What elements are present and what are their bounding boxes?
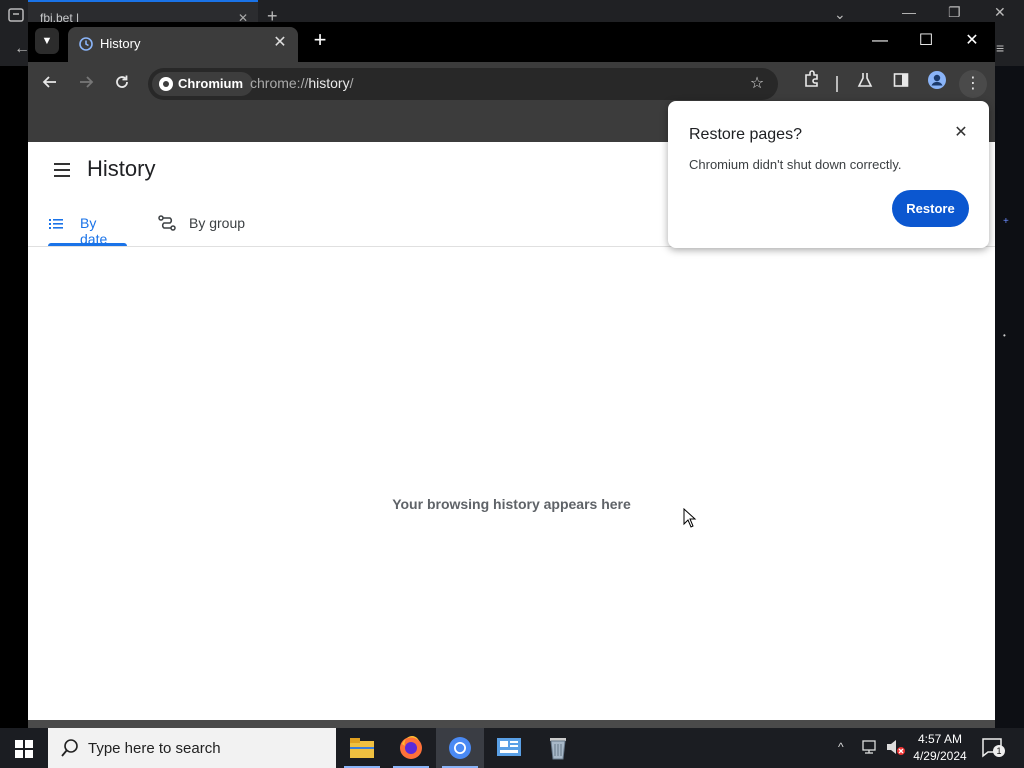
list-icon	[48, 215, 64, 234]
url-text[interactable]: chrome://history/	[250, 75, 353, 91]
restore-button[interactable]: Restore	[892, 190, 969, 227]
reload-icon	[116, 75, 128, 88]
search-icon	[60, 738, 80, 763]
close-icon[interactable]: ✕	[951, 123, 971, 143]
chromium-logo-icon	[158, 76, 174, 100]
chevron-down-icon[interactable]: ⌄	[834, 6, 846, 23]
chevron-up-icon[interactable]: ^	[838, 740, 844, 754]
notification-count-badge: 1	[993, 745, 1005, 757]
taskbar: Type here to search ^ 4:57 AM 4/29/2024 …	[0, 728, 1024, 768]
restore-icon[interactable]: ❐	[948, 4, 961, 21]
title-bar: ▼ History ✕ + — ☐ ✕	[28, 22, 995, 62]
journeys-icon	[158, 215, 176, 234]
hamburger-menu-icon[interactable]	[50, 159, 74, 183]
side-panel-icon[interactable]	[887, 70, 915, 98]
url-scheme: chrome://	[250, 75, 309, 91]
restore-pages-dialog: Restore pages? ✕ Chromium didn't shut do…	[668, 101, 989, 248]
url-suffix: /	[349, 75, 354, 91]
bookmark-star-icon[interactable]: ☆	[746, 73, 768, 95]
chip-label: Chromium	[178, 76, 243, 91]
forward-arrow-icon	[80, 76, 94, 88]
empty-history-message: Your browsing history appears here	[392, 496, 631, 512]
tab-by-group-label: By group	[189, 215, 246, 231]
page-title: History	[87, 156, 156, 181]
desktop-strip	[28, 720, 995, 728]
search-placeholder: Type here to search	[88, 740, 221, 757]
close-window-button[interactable]: ✕	[952, 28, 992, 54]
dot-icon: •	[1003, 331, 1006, 340]
desktop-background: + •	[995, 66, 1024, 728]
toolbar-divider	[836, 76, 838, 92]
start-button[interactable]	[0, 728, 48, 768]
windows-logo-icon	[15, 740, 33, 758]
menu-icon[interactable]: ≡	[996, 40, 1004, 56]
forward-button[interactable]	[72, 70, 100, 98]
back-button[interactable]	[36, 70, 64, 98]
minimize-icon[interactable]: —	[902, 4, 916, 20]
close-icon[interactable]: ✕	[270, 33, 290, 53]
site-info-chip[interactable]: Chromium	[152, 72, 253, 96]
tab-title: History	[100, 36, 141, 51]
chevron-down-icon: ▼	[41, 35, 53, 47]
history-icon	[78, 36, 94, 55]
url-host: history	[308, 75, 350, 91]
profile-avatar-icon[interactable]	[923, 70, 951, 98]
tab-by-date[interactable]: By date	[48, 204, 127, 247]
labs-flask-icon[interactable]	[851, 70, 879, 98]
recycle-bin-icon[interactable]	[534, 728, 582, 768]
maximize-button[interactable]: ☐	[906, 28, 946, 54]
extensions-icon[interactable]	[798, 70, 826, 98]
new-tab-button[interactable]: +	[309, 29, 331, 52]
network-icon[interactable]	[862, 739, 880, 760]
file-explorer-icon[interactable]	[338, 728, 386, 768]
firefox-icon[interactable]	[387, 728, 435, 768]
minimize-button[interactable]: —	[860, 28, 900, 54]
more-menu-icon[interactable]: ⋮	[959, 70, 987, 98]
dialog-title: Restore pages?	[689, 126, 802, 143]
notification-center-icon[interactable]: 1	[982, 738, 1005, 758]
mouse-cursor-icon	[683, 508, 697, 528]
clock-time[interactable]: 4:57 AM	[900, 732, 980, 746]
back-arrow-icon	[42, 76, 56, 88]
taskbar-search-box[interactable]: Type here to search	[48, 728, 336, 768]
chromium-taskbar-icon[interactable]	[436, 728, 484, 768]
plus-icon: +	[1003, 216, 1009, 227]
toolbar: Chromium chrome://history/ ☆ ⋮	[28, 62, 995, 106]
tab-list-button[interactable]: ▼	[35, 28, 59, 54]
close-icon[interactable]: ✕	[994, 4, 1006, 21]
reload-button[interactable]	[108, 70, 136, 98]
clock-date[interactable]: 4/29/2024	[900, 749, 980, 763]
tab-history[interactable]: History ✕	[68, 27, 298, 62]
address-bar[interactable]: Chromium chrome://history/ ☆	[148, 68, 778, 100]
tab-search-icon[interactable]	[8, 8, 24, 25]
dialog-message: Chromium didn't shut down correctly.	[689, 157, 902, 172]
control-panel-icon[interactable]	[485, 728, 533, 768]
tab-by-group[interactable]: By group	[158, 204, 278, 246]
